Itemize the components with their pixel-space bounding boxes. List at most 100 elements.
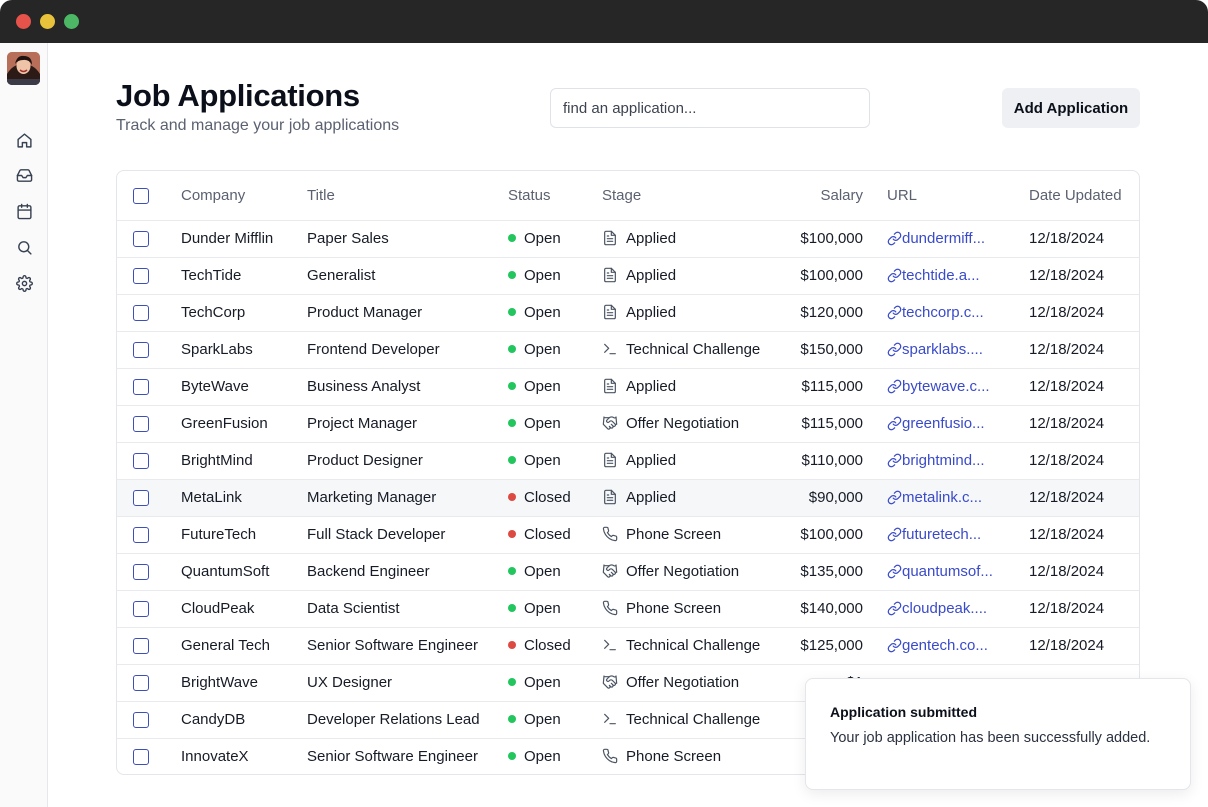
cell-stage: Offer Negotiation [602, 664, 792, 701]
select-all-checkbox[interactable] [133, 187, 149, 204]
row-checkbox[interactable] [133, 231, 149, 248]
row-checkbox[interactable] [133, 527, 149, 544]
row-checkbox[interactable] [133, 675, 149, 692]
url-link[interactable]: techtide.a... [902, 267, 980, 284]
cell-url[interactable]: bytewave.c... [887, 368, 1029, 405]
page-title: Job Applications [116, 78, 360, 113]
document-icon [602, 230, 618, 246]
table-row[interactable]: GreenFusion Project Manager Open Offer Nego… [117, 405, 1139, 442]
cell-stage: Applied [602, 294, 792, 331]
cell-url[interactable]: quantumsof... [887, 553, 1029, 590]
status-dot-icon [508, 382, 516, 391]
link-icon [887, 379, 902, 394]
stage-label: Phone Screen [626, 525, 722, 543]
column-header-title[interactable]: Title [307, 171, 508, 220]
url-link[interactable]: brightmind... [902, 452, 985, 469]
cell-company: SparkLabs [181, 341, 253, 358]
cell-status: Open [508, 257, 602, 294]
table-row[interactable]: CloudPeak Data Scientist Open Phone Screen $… [117, 590, 1139, 627]
cell-url[interactable]: brightmind... [887, 442, 1029, 479]
row-checkbox[interactable] [133, 268, 149, 285]
table-row[interactable]: General Tech Senior Software Engineer Clos… [117, 627, 1139, 664]
url-link[interactable]: dundermiff... [902, 230, 985, 247]
cell-url[interactable]: techcorp.c... [887, 294, 1029, 331]
calendar-icon[interactable] [16, 203, 33, 220]
url-link[interactable]: bytewave.c... [902, 378, 990, 395]
home-icon[interactable] [16, 132, 33, 149]
status-label: Open [524, 304, 561, 321]
cell-stage: Applied [602, 368, 792, 405]
row-checkbox[interactable] [133, 712, 149, 729]
status-dot-icon [508, 345, 516, 354]
column-header-salary[interactable]: Salary [792, 171, 887, 220]
row-checkbox[interactable] [133, 416, 149, 433]
cell-url[interactable]: metalink.c... [887, 479, 1029, 516]
cell-stage: Offer Negotiation [602, 405, 792, 442]
cell-salary: $110,000 [801, 452, 863, 469]
column-header-company[interactable]: Company [181, 171, 307, 220]
url-link[interactable]: quantumsof... [902, 563, 993, 580]
add-application-button[interactable]: Add Application [1002, 88, 1140, 128]
column-header-date-updated[interactable]: Date Updated [1029, 171, 1139, 220]
cell-stage: Technical Challenge [602, 701, 792, 738]
link-icon [887, 564, 902, 579]
table-row[interactable]: TechCorp Product Manager Open Applied $120,0… [117, 294, 1139, 331]
cell-url[interactable]: techtide.a... [887, 257, 1029, 294]
row-checkbox[interactable] [133, 305, 149, 322]
cell-company: MetaLink [181, 489, 242, 506]
cell-company: QuantumSoft [181, 563, 270, 580]
row-checkbox[interactable] [133, 601, 149, 618]
column-header-status[interactable]: Status [508, 171, 602, 220]
link-icon [887, 453, 902, 468]
status-label: Open [524, 230, 561, 247]
url-link[interactable]: cloudpeak.... [902, 600, 987, 617]
phone-icon [602, 748, 618, 764]
row-checkbox[interactable] [133, 638, 149, 655]
table-row[interactable]: QuantumSoft Backend Engineer Open Offer Neg… [117, 553, 1139, 590]
table-row[interactable]: TechTide Generalist Open Applied $100,000 tec… [117, 257, 1139, 294]
cell-url[interactable]: gentech.co... [887, 627, 1029, 664]
zoom-window-button[interactable] [64, 14, 79, 29]
table-row[interactable]: SparkLabs Frontend Developer Open Technical… [117, 331, 1139, 368]
row-checkbox[interactable] [133, 490, 149, 507]
cell-url[interactable]: futuretech... [887, 516, 1029, 553]
row-checkbox[interactable] [133, 453, 149, 470]
inbox-icon[interactable] [16, 167, 33, 184]
cell-company: TechTide [181, 267, 242, 284]
url-link[interactable]: gentech.co... [902, 637, 988, 654]
table-row[interactable]: BrightMind Product Designer Open Applied $11… [117, 442, 1139, 479]
cell-url[interactable]: cloudpeak.... [887, 590, 1029, 627]
row-checkbox[interactable] [133, 379, 149, 396]
cell-url[interactable]: greenfusio... [887, 405, 1029, 442]
column-header-url[interactable]: URL [887, 171, 1029, 220]
link-icon [887, 416, 902, 431]
cell-company: FutureTech [181, 526, 257, 543]
row-checkbox[interactable] [133, 564, 149, 581]
cell-status: Closed [508, 516, 602, 553]
table-row[interactable]: MetaLink Marketing Manager Closed Applied $9… [117, 479, 1139, 516]
minimize-window-button[interactable] [40, 14, 55, 29]
url-link[interactable]: metalink.c... [902, 489, 982, 506]
table-row[interactable]: Dunder Mifflin Paper Sales Open Applied $100… [117, 220, 1139, 257]
cell-title: Business Analyst [307, 378, 421, 395]
cell-url[interactable]: dundermiff... [887, 220, 1029, 257]
search-input[interactable] [550, 88, 870, 128]
gear-icon[interactable] [16, 275, 33, 292]
url-link[interactable]: futuretech... [902, 526, 981, 543]
status-dot-icon [508, 530, 516, 539]
url-link[interactable]: greenfusio... [902, 415, 985, 432]
cell-company: CandyDB [181, 711, 246, 728]
url-link[interactable]: techcorp.c... [902, 304, 984, 321]
close-window-button[interactable] [16, 14, 31, 29]
cell-url[interactable]: sparklabs.... [887, 331, 1029, 368]
avatar[interactable] [7, 52, 40, 85]
table-row[interactable]: ByteWave Business Analyst Open Applied $115,… [117, 368, 1139, 405]
stage-label: Phone Screen [626, 599, 722, 617]
table-row[interactable]: FutureTech Full Stack Developer Closed Phon… [117, 516, 1139, 553]
window-title-bar [0, 0, 1208, 43]
column-header-stage[interactable]: Stage [602, 171, 792, 220]
url-link[interactable]: sparklabs.... [902, 341, 983, 358]
search-icon[interactable] [16, 239, 33, 256]
row-checkbox[interactable] [133, 342, 149, 359]
row-checkbox[interactable] [133, 749, 149, 766]
